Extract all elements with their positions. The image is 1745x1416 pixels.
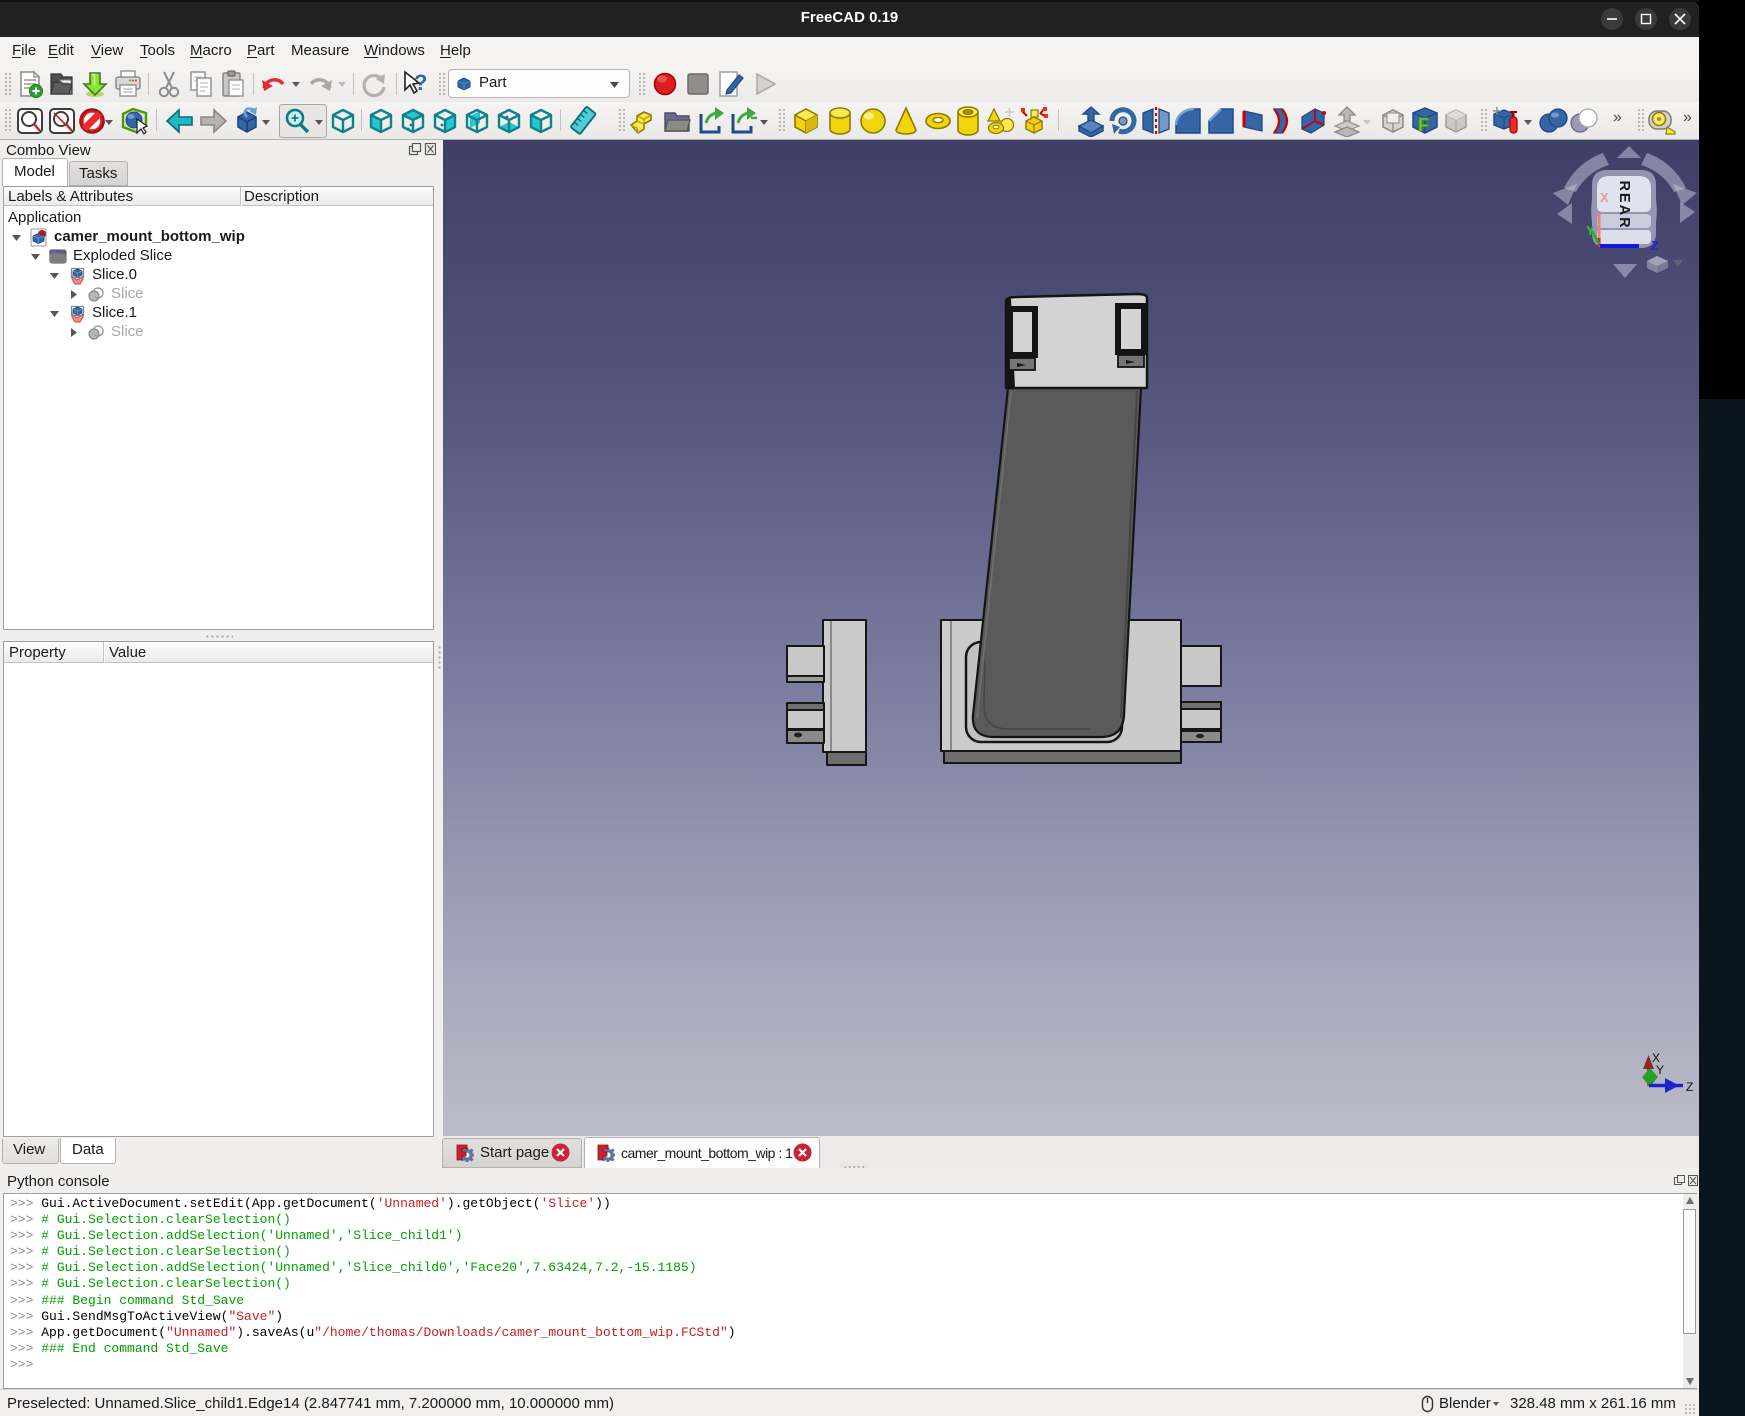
svg-text:F: F: [1418, 115, 1429, 135]
svg-text:Z: Z: [1686, 1080, 1693, 1094]
svg-text:REAR: REAR: [1616, 180, 1632, 229]
svg-text:X: X: [1600, 190, 1609, 205]
svg-text:Z: Z: [1651, 238, 1659, 253]
svg-text:Y: Y: [1656, 1063, 1664, 1077]
